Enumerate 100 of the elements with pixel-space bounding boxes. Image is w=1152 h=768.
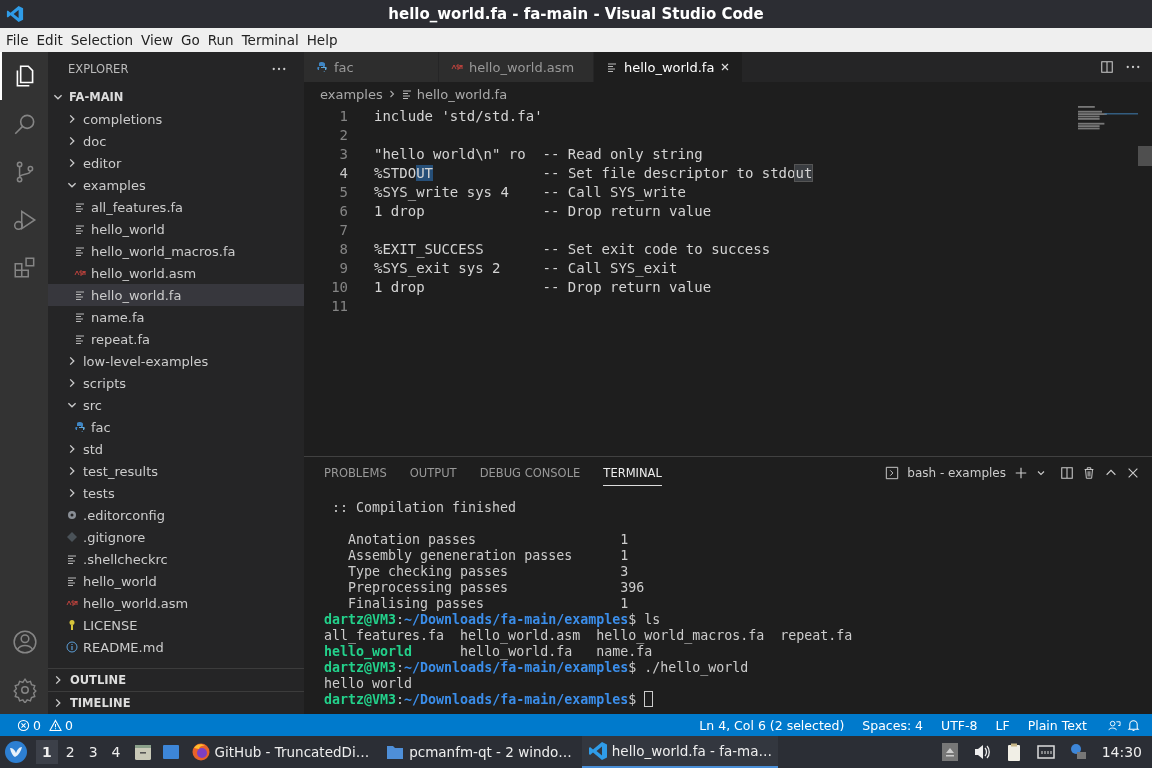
network-icon[interactable]: [1035, 742, 1056, 762]
status-item[interactable]: LF: [995, 717, 1010, 733]
eject-icon[interactable]: [939, 742, 960, 762]
asm-file-icon: [451, 61, 463, 73]
split-terminal-icon[interactable]: [1060, 466, 1074, 480]
warning-icon[interactable]: [48, 718, 62, 732]
tree-item[interactable]: tests: [48, 482, 304, 504]
tree-item[interactable]: repeat.fa: [48, 328, 304, 350]
window-icon[interactable]: [160, 742, 181, 762]
line-number: 10: [330, 278, 348, 295]
vscode-logo-icon: [6, 5, 24, 23]
workspace-button[interactable]: 4: [105, 740, 127, 764]
panel-tab[interactable]: OUTPUT: [409, 460, 457, 486]
tree-item[interactable]: .gitignore: [48, 526, 304, 548]
warning-count[interactable]: 0: [64, 717, 73, 733]
status-item[interactable]: Ln 4, Col 6 (2 selected): [699, 717, 845, 733]
trash-icon[interactable]: [1082, 466, 1096, 480]
tree-item[interactable]: LICENSE: [48, 614, 304, 636]
split-editor-icon[interactable]: [1100, 60, 1114, 74]
plus-icon[interactable]: [1014, 466, 1028, 480]
text-file-icon: [74, 245, 86, 257]
start-menu-icon[interactable]: [4, 740, 28, 764]
taskbar-task[interactable]: GitHub - TruncatedDi…: [184, 736, 376, 768]
tree-item[interactable]: low-level-examples: [48, 350, 304, 372]
menu-item[interactable]: Edit: [32, 32, 67, 48]
menu-item[interactable]: Selection: [66, 32, 137, 48]
panel-tab[interactable]: PROBLEMS: [324, 460, 387, 486]
terminal-name[interactable]: bash - examples: [907, 466, 1006, 480]
tree-item[interactable]: .editorconfig: [48, 504, 304, 526]
caret-icon[interactable]: [1036, 468, 1046, 478]
browser-icon: [190, 742, 211, 762]
settings-icon[interactable]: [12, 677, 38, 703]
tree-item[interactable]: name.fa: [48, 306, 304, 328]
line-number: 9: [338, 259, 348, 276]
terminal-line: hello_world hello_world.fa name.fa: [324, 643, 653, 659]
tree-item[interactable]: hello_world.fa: [48, 284, 304, 306]
file-cabinet-icon[interactable]: [132, 742, 153, 762]
tree-item[interactable]: hello_world.asm: [48, 262, 304, 284]
tree-item[interactable]: FA-MAIN: [48, 86, 304, 108]
status-item[interactable]: Spaces: 4: [862, 717, 924, 733]
error-icon[interactable]: [17, 718, 30, 732]
tree-item[interactable]: std: [48, 438, 304, 460]
taskbar-task[interactable]: hello_world.fa - fa-ma…: [581, 736, 778, 768]
tree-item[interactable]: hello_world.asm: [48, 592, 304, 614]
tree-item[interactable]: .shellcheckrc: [48, 548, 304, 570]
text-file-icon: [74, 333, 86, 345]
more-actions-icon[interactable]: [272, 67, 286, 71]
menu-item[interactable]: View: [136, 32, 177, 48]
tree-item[interactable]: scripts: [48, 372, 304, 394]
text-file-icon: [74, 223, 86, 235]
code-line: 1 drop -- Drop return value: [374, 202, 712, 219]
workspace-button[interactable]: 1: [36, 740, 58, 764]
tree-item[interactable]: hello_world_macros.fa: [48, 240, 304, 262]
run-debug-icon[interactable]: [12, 207, 38, 233]
section-header[interactable]: OUTLINE: [48, 668, 304, 691]
menu-item[interactable]: Go: [177, 32, 204, 48]
clock[interactable]: 14:30: [1101, 744, 1142, 760]
tree-item[interactable]: examples: [48, 174, 304, 196]
panel-tab[interactable]: DEBUG CONSOLE: [479, 460, 581, 486]
menu-item[interactable]: Help: [302, 32, 342, 48]
breadcrumb-item[interactable]: hello_world.fa: [416, 86, 508, 102]
scrollbar-thumb[interactable]: [1138, 146, 1152, 166]
panel-tab[interactable]: TERMINAL: [603, 460, 662, 486]
bell-icon[interactable]: [1127, 718, 1140, 732]
workspace-button[interactable]: 2: [59, 740, 81, 764]
breadcrumb-item[interactable]: examples: [320, 86, 383, 102]
tree-item[interactable]: test_results: [48, 460, 304, 482]
close-icon[interactable]: [720, 62, 731, 72]
menu-item[interactable]: File: [2, 32, 33, 48]
menu-item[interactable]: Run: [203, 32, 238, 48]
code-line: %SYS_write sys 4 -- Call SYS_write: [374, 183, 686, 200]
account-icon[interactable]: [12, 629, 38, 655]
error-count[interactable]: 0: [33, 717, 41, 733]
python-icon: [74, 421, 86, 433]
status-item[interactable]: Plain Text: [1027, 717, 1087, 733]
feedback-icon[interactable]: [1108, 718, 1121, 732]
status-item[interactable]: UTF-8: [941, 717, 978, 733]
tree-item[interactable]: hello_world: [48, 570, 304, 592]
terminal-line: Anotation passes 1: [347, 531, 629, 547]
editor-tab[interactable]: hello_world.asm: [439, 52, 594, 82]
workspace-button[interactable]: 3: [82, 740, 104, 764]
editor-tab[interactable]: hello_world.fa: [594, 52, 744, 82]
tree-item[interactable]: src: [48, 394, 304, 416]
tree-item[interactable]: all_features.fa: [48, 196, 304, 218]
tree-item[interactable]: fac: [48, 416, 304, 438]
editor-tab[interactable]: fac: [304, 52, 439, 82]
text-file-icon: [74, 289, 86, 301]
tree-item[interactable]: editor: [48, 152, 304, 174]
tree-item[interactable]: hello_world: [48, 218, 304, 240]
asm-file-icon: [66, 597, 78, 609]
tree-item[interactable]: doc: [48, 130, 304, 152]
more-actions-icon[interactable]: [1126, 65, 1140, 69]
asm-file-icon: [74, 267, 86, 279]
info-icon: [66, 641, 78, 653]
tree-item[interactable]: completions: [48, 108, 304, 130]
tree-item[interactable]: README.md: [48, 636, 304, 658]
taskbar-task[interactable]: pcmanfm-qt - 2 windo…: [379, 736, 578, 768]
menu-item[interactable]: Terminal: [237, 32, 303, 48]
close-icon[interactable]: [1126, 466, 1140, 480]
text-file-icon: [400, 88, 413, 100]
